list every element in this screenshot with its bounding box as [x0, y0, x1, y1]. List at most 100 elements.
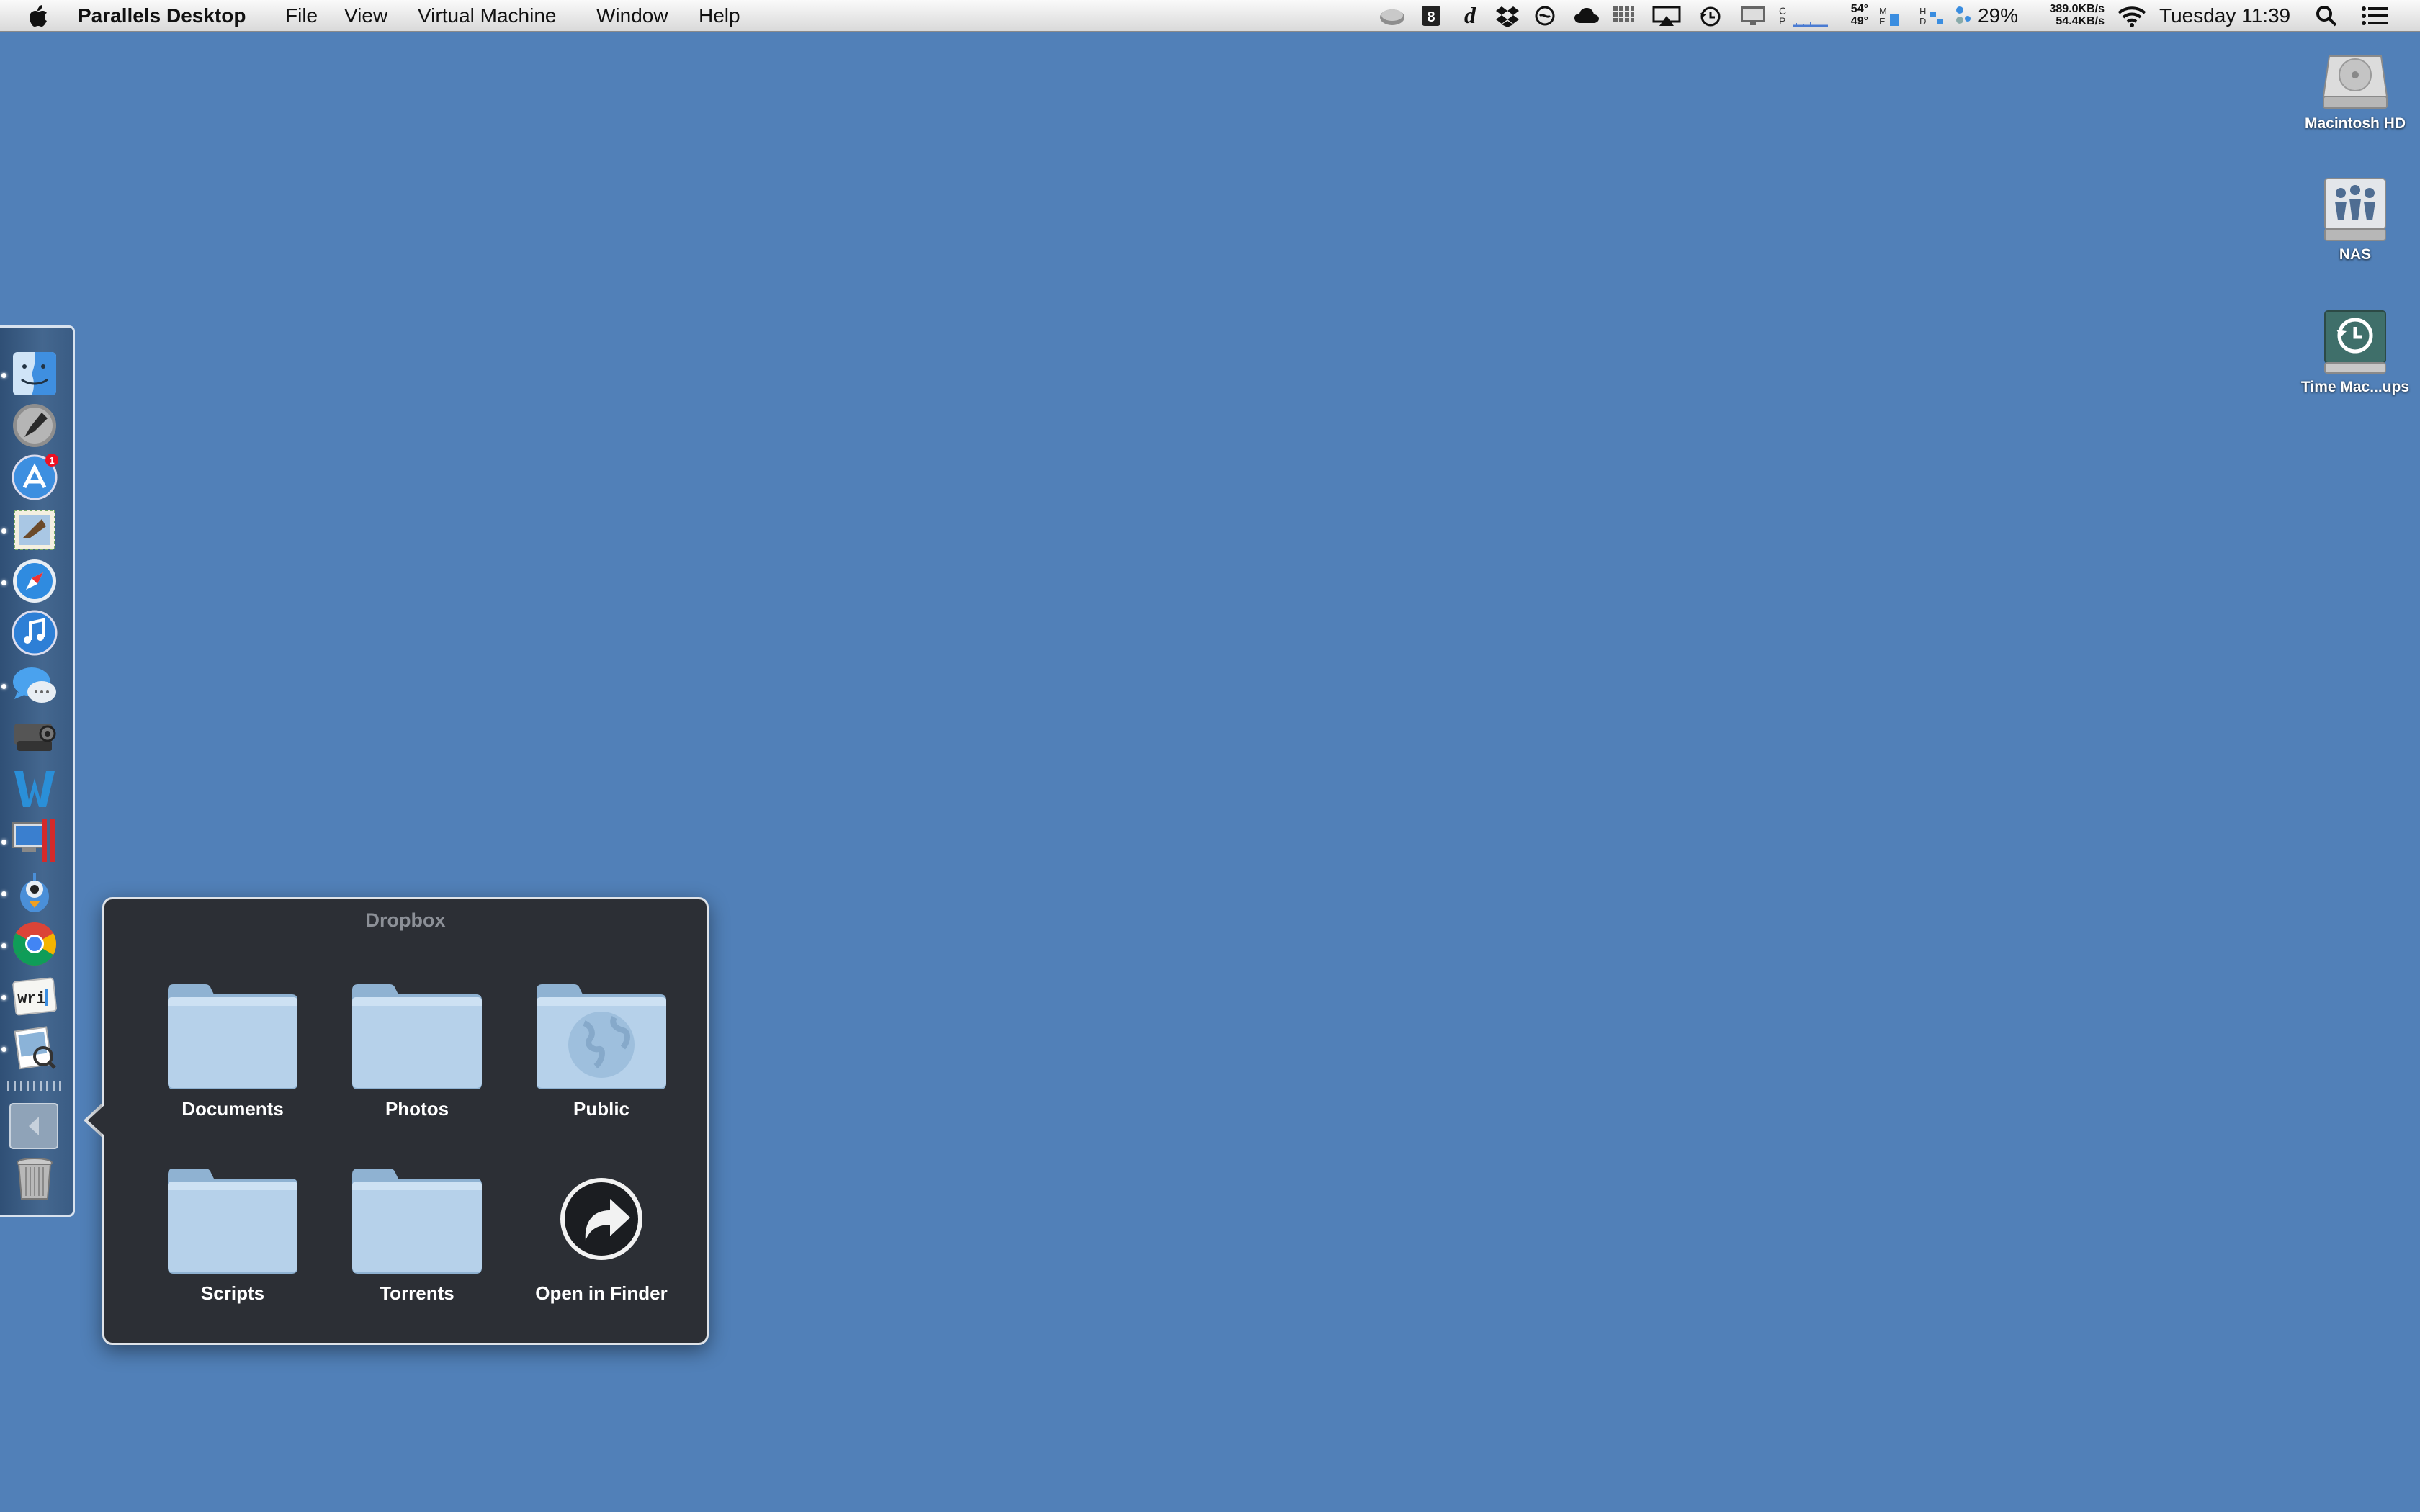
wifi-icon[interactable]	[2116, 4, 2148, 27]
svg-text:M: M	[1879, 6, 1887, 17]
running-indicator	[1, 580, 6, 585]
stack-item-photos[interactable]: Photos	[325, 976, 509, 1120]
stack-item-documents[interactable]: Documents	[140, 976, 325, 1120]
desktop-icon-time-machine-backups[interactable]: Time Mac...ups	[2290, 305, 2420, 396]
running-indicator	[1, 943, 6, 948]
stack-item-scripts[interactable]: Scripts	[140, 1160, 325, 1305]
chrome-icon[interactable]	[10, 919, 59, 968]
dictionary-icon[interactable]: d	[1459, 4, 1481, 27]
folder-icon	[168, 984, 297, 1089]
preview-icon[interactable]	[10, 1023, 59, 1072]
app-name-menu[interactable]: Parallels Desktop	[78, 0, 246, 32]
running-indicator	[1, 1047, 6, 1052]
launchpad-icon[interactable]	[10, 401, 59, 450]
cpu-graph-bars	[1793, 4, 1829, 27]
running-indicator	[1, 891, 6, 896]
cpu-graph-icon[interactable]: CP	[1778, 4, 1791, 27]
network-share-icon	[2319, 173, 2391, 245]
cloud-icon[interactable]	[1573, 4, 1600, 27]
finder-icon[interactable]	[10, 349, 59, 398]
desktop-icon-macintosh-hd[interactable]: Macintosh HD	[2290, 42, 2420, 132]
popup-pointer-inner	[88, 1104, 105, 1136]
messages-icon[interactable]	[10, 660, 59, 709]
stack-item-label: Torrents	[380, 1282, 454, 1304]
folder-icon	[352, 984, 482, 1089]
writer-icon[interactable]: wri	[10, 971, 59, 1020]
desktop-icon-label: Macintosh HD	[2304, 115, 2406, 132]
time-machine-drive-icon	[2319, 305, 2391, 377]
airplay-icon[interactable]	[1652, 4, 1681, 27]
popup-title: Dropbox	[365, 909, 446, 931]
clock[interactable]: Tuesday 11:39	[2159, 0, 2290, 32]
dropbox-stack-popup: Dropbox Documents Photos Public Scripts …	[102, 897, 709, 1345]
desktop-icon-label: NAS	[2339, 246, 2372, 263]
window-menu[interactable]: Window	[596, 0, 668, 32]
public-folder-icon	[537, 984, 666, 1089]
temp-high: 54°	[1850, 3, 1868, 15]
svg-text:8: 8	[1427, 9, 1435, 25]
stack-item-label: Open in Finder	[535, 1282, 668, 1304]
network-up: 389.0KB/s	[2049, 3, 2105, 15]
open-in-finder-button[interactable]: Open in Finder	[509, 1160, 694, 1305]
running-indicator	[1, 995, 6, 1000]
time-machine-icon[interactable]	[1698, 4, 1723, 27]
menu-bar: Parallels Desktop File View Virtual Mach…	[0, 0, 2420, 32]
dock-separator	[7, 1081, 62, 1091]
hard-drive-icon	[2319, 42, 2391, 114]
stack-item-label: Public	[573, 1098, 629, 1120]
drive-icon[interactable]	[1379, 4, 1406, 27]
virtual-machine-menu[interactable]: Virtual Machine	[418, 0, 556, 32]
safari-icon[interactable]	[10, 557, 59, 606]
folder-icon	[352, 1169, 482, 1274]
stack-item-public[interactable]: Public	[509, 976, 694, 1120]
battery-icon[interactable]	[1953, 4, 1972, 27]
itunes-icon[interactable]	[10, 608, 59, 657]
grid-icon[interactable]	[1612, 4, 1635, 27]
running-indicator	[1, 684, 6, 689]
disk-icon[interactable]: HD	[1919, 4, 1945, 27]
svg-text:E: E	[1879, 16, 1886, 27]
search-icon[interactable]	[2315, 4, 2338, 27]
folder-icon	[168, 1169, 297, 1274]
steam-icon[interactable]	[10, 712, 59, 761]
running-indicator	[1, 528, 6, 534]
parallels-icon[interactable]	[10, 816, 59, 865]
temperature-readout[interactable]: 54° 49°	[1841, 3, 1868, 27]
desktop-icon-nas[interactable]: NAS	[2290, 173, 2420, 264]
sync-icon[interactable]	[1534, 4, 1556, 27]
file-menu[interactable]: File	[285, 0, 318, 32]
stack-item-label: Scripts	[200, 1282, 265, 1304]
help-menu[interactable]: Help	[699, 0, 740, 32]
svg-text:D: D	[1919, 16, 1926, 27]
network-readout[interactable]: 389.0KB/s 54.4KB/s	[2025, 3, 2105, 27]
notification-list-icon[interactable]	[2361, 4, 2390, 27]
battery-percent[interactable]: 29%	[1978, 0, 2018, 32]
word-icon[interactable]	[10, 764, 59, 813]
svg-text:wri: wri	[17, 990, 46, 1008]
desktop-icon-label: Time Mac...ups	[2300, 379, 2410, 395]
script-icon[interactable]: 8	[1420, 4, 1442, 27]
running-indicator	[1, 840, 6, 845]
dock: 1 wri	[0, 325, 75, 1217]
app-store-icon[interactable]: 1	[10, 453, 59, 502]
dropbox-icon[interactable]	[1495, 4, 1520, 27]
stack-item-label: Documents	[182, 1098, 284, 1120]
running-indicator	[1, 373, 6, 378]
svg-text:P: P	[1779, 15, 1785, 27]
svg-text:1: 1	[49, 455, 54, 466]
trash-icon[interactable]	[10, 1154, 59, 1203]
tweetbot-icon[interactable]	[10, 868, 59, 917]
temp-low: 49°	[1850, 15, 1868, 27]
view-menu[interactable]: View	[344, 0, 387, 32]
mail-icon[interactable]	[10, 505, 59, 554]
stack-item-label: Photos	[385, 1098, 449, 1120]
stack-arrow-icon[interactable]	[9, 1101, 59, 1151]
network-down: 54.4KB/s	[2056, 15, 2105, 27]
stack-item-torrents[interactable]: Torrents	[325, 1160, 509, 1305]
display-icon[interactable]	[1739, 4, 1767, 27]
svg-text:H: H	[1919, 6, 1926, 17]
open-in-finder-icon	[560, 1178, 642, 1260]
svg-text:d: d	[1464, 4, 1476, 27]
memory-icon[interactable]: ME	[1878, 4, 1904, 27]
apple-menu-icon[interactable]	[27, 0, 50, 32]
